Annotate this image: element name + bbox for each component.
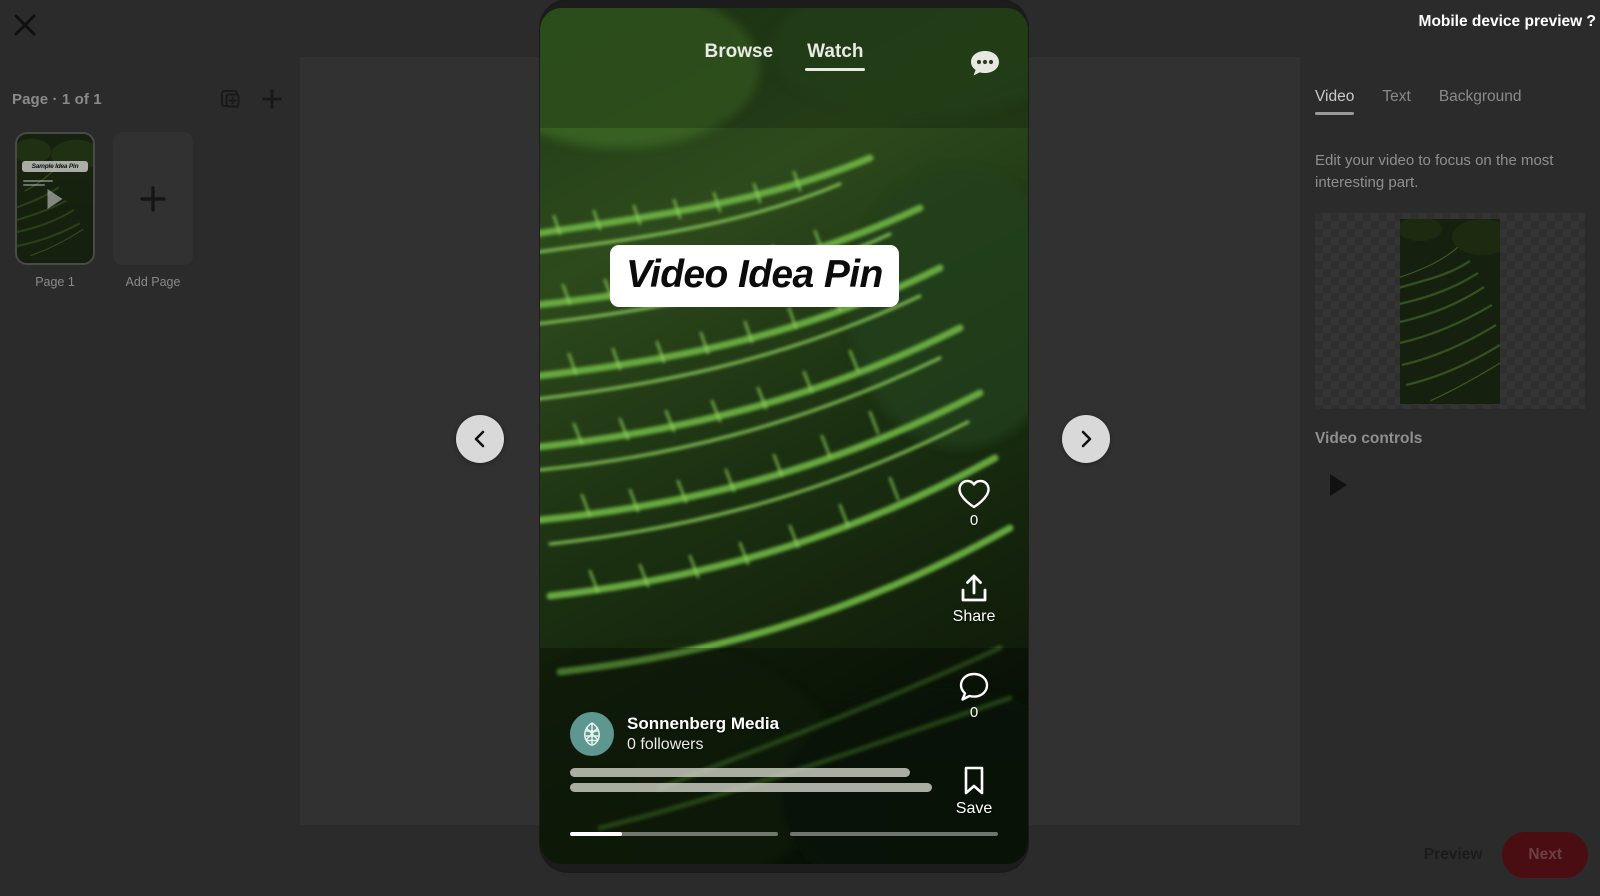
- video-tab-description: Edit your video to focus on the most int…: [1315, 152, 1554, 191]
- add-page-icon: [262, 89, 282, 109]
- app-root: Page · 1 of 1 Sample Idea Pin Page 1 Add…: [0, 0, 1600, 896]
- thumbnail-title: Sample Idea Pin: [22, 161, 88, 172]
- pin-title-text: Video Idea Pin: [626, 253, 883, 296]
- heart-icon: [958, 479, 990, 509]
- add-page-button[interactable]: [260, 87, 284, 111]
- add-page-caption: Add Page: [125, 275, 181, 289]
- previous-page-button[interactable]: [456, 415, 504, 463]
- video-controls-label: Video controls: [1315, 430, 1423, 447]
- close-icon: [14, 14, 36, 36]
- mobile-device-preview-banner: Mobile device preview ?: [1418, 13, 1596, 31]
- video-frame-image: [1400, 218, 1500, 404]
- story-progress-bar[interactable]: [570, 832, 998, 836]
- progress-segment[interactable]: [790, 832, 998, 836]
- chevron-right-icon: [1081, 430, 1092, 448]
- next-button[interactable]: Next: [1502, 832, 1588, 878]
- add-page-tile[interactable]: [113, 132, 193, 265]
- thumbnail-skeleton-lines: [23, 180, 53, 186]
- tab-background-label: Background: [1438, 88, 1522, 105]
- left-panel: Page · 1 of 1 Sample Idea Pin Page 1 Add…: [0, 0, 300, 896]
- mobile-preview-label: Mobile device preview: [1418, 13, 1583, 30]
- page-thumbnail-list: Sample Idea Pin Page 1 Add Page: [10, 132, 198, 289]
- leaf-logo-icon: [584, 722, 600, 746]
- close-button[interactable]: [8, 8, 42, 42]
- footer-actions: Preview Next: [1418, 832, 1588, 878]
- comment-icon: [959, 672, 989, 701]
- like-button[interactable]: 0: [957, 478, 991, 529]
- message-bubble-icon: [971, 51, 999, 76]
- right-panel: Mobile device preview ? Video Text Backg…: [1300, 0, 1600, 896]
- progress-segment[interactable]: [570, 832, 778, 836]
- tab-text[interactable]: Text: [1382, 88, 1410, 115]
- right-panel-tabs: Video Text Background: [1300, 88, 1600, 115]
- tab-text-label: Text: [1382, 88, 1411, 105]
- play-button[interactable]: [1326, 473, 1350, 497]
- next-page-button[interactable]: [1062, 415, 1110, 463]
- page-cell: Sample Idea Pin Page 1: [10, 132, 100, 289]
- pin-title-overlay[interactable]: Video Idea Pin: [610, 245, 899, 307]
- author-name: Sonnenberg Media: [627, 714, 780, 733]
- chevron-left-icon: [474, 430, 485, 448]
- play-icon: [1329, 474, 1347, 496]
- page-thumbnail-1[interactable]: Sample Idea Pin: [15, 132, 95, 265]
- pages-count-label: Page · 1 of 1: [12, 90, 102, 108]
- plus-icon: [140, 185, 166, 212]
- author-block: Sonnenberg Media 0 followers: [570, 712, 970, 798]
- add-page-cell: Add Page: [108, 132, 198, 289]
- video-trim-strip[interactable]: [1315, 213, 1585, 409]
- share-label: Share: [952, 608, 996, 625]
- pages-header: Page · 1 of 1: [12, 86, 284, 112]
- duplicate-page-icon: [220, 89, 239, 107]
- save-label: Save: [955, 800, 993, 817]
- avatar[interactable]: [570, 712, 614, 756]
- video-frame-thumbnail: [1400, 218, 1500, 404]
- tab-watch[interactable]: Watch: [805, 41, 866, 71]
- tab-browse[interactable]: Browse: [705, 41, 774, 71]
- phone-screen: Browse Watch Video Idea Pin 0 Share 0 Sa…: [540, 8, 1028, 864]
- page-caption: Page 1: [35, 275, 75, 289]
- message-bubble-button[interactable]: [968, 46, 1002, 80]
- pages-header-actions: [218, 87, 284, 111]
- tab-browse-label: Browse: [704, 41, 774, 62]
- author-followers: 0 followers: [627, 736, 704, 753]
- preview-button[interactable]: Preview: [1418, 836, 1489, 874]
- tab-video-label: Video: [1315, 88, 1355, 105]
- author-row: Sonnenberg Media 0 followers: [570, 712, 970, 756]
- thumbnail-play-icon: [47, 188, 63, 209]
- help-icon[interactable]: ?: [1586, 13, 1596, 31]
- share-icon: [961, 574, 987, 602]
- phone-top-tabs: Browse Watch: [540, 8, 1028, 104]
- comment-count: 0: [969, 704, 979, 721]
- tab-watch-label: Watch: [807, 41, 864, 62]
- author-text: Sonnenberg Media 0 followers: [627, 714, 779, 754]
- description-skeleton: [570, 768, 970, 792]
- like-count: 0: [969, 512, 979, 529]
- share-button[interactable]: Share: [952, 573, 996, 626]
- duplicate-page-button[interactable]: [218, 87, 242, 111]
- tab-background[interactable]: Background: [1439, 88, 1522, 115]
- tab-video[interactable]: Video: [1315, 88, 1355, 115]
- mobile-device-preview-frame: Browse Watch Video Idea Pin 0 Share 0 Sa…: [540, 0, 1028, 872]
